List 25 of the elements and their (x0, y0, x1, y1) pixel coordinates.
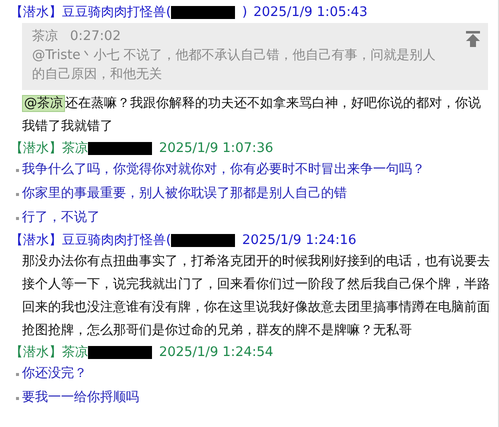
quote-time: 0:27:02 (70, 28, 121, 46)
message-header: 【潜水】豆豆骑肉肉打怪兽( (10, 4, 172, 21)
message-text: 你家里的事最重要，别人被你耽误了那都是别人自己的错 (22, 185, 347, 203)
message-header: ) (242, 4, 248, 20)
message-text: @茶凉还在蒸嘛？我跟你解释的功夫还不如拿来骂白神，好吧你说的都对，你说我错了我就错了 (21, 94, 482, 136)
timestamp: 2025/1/9 1:05:43 (253, 4, 368, 20)
message-header: 【潜水】豆豆骑肉肉打怪兽( (10, 232, 172, 249)
timestamp: 2025/1/9 1:24:54 (159, 344, 274, 360)
bullet-icon (16, 193, 19, 196)
message-text: 行了，不说了 (22, 209, 100, 227)
timestamp: 2025/1/9 1:24:16 (242, 232, 356, 248)
message-text: 那没办法你有点扭曲事实了，打希洛克团开的时候我刚好接到的电话，也有说要去接个人等一下，说完我就出门了，回来看你们过一阶段了然后我自己保个牌，半路回来的我也没注意谁有没有牌，你在这里说我好像故意去团里搞事情蹲在电脑前面抢图抢牌，怎么那哥们是你过命的兄弟，群友的牌不是牌嘛？无私哥 (21, 253, 491, 340)
bullet-icon (16, 217, 19, 220)
quote-text: @Triste丶小七 不说了，他都不承认自己错，他自己有事，问就是别人的自己原因，和他无关 (32, 47, 436, 84)
message-text: 你还没完？ (22, 365, 87, 383)
bullet-icon (16, 397, 19, 400)
timestamp: 2025/1/9 1:07:36 (159, 140, 274, 156)
message-header: 【潜水】茶凉 (10, 344, 88, 361)
bullet-icon (16, 373, 19, 376)
message-text: 我争什么了吗，你觉得你对就你对，你有必要时不时冒出来争一句吗？ (22, 161, 425, 179)
quote-author: 茶凉 (32, 28, 58, 46)
message-text: 要我一一给你捋顺吗 (22, 389, 139, 407)
message-header: 【潜水】茶凉 (10, 140, 88, 157)
arrow-up-icon[interactable] (466, 31, 480, 47)
bullet-icon (16, 169, 19, 172)
